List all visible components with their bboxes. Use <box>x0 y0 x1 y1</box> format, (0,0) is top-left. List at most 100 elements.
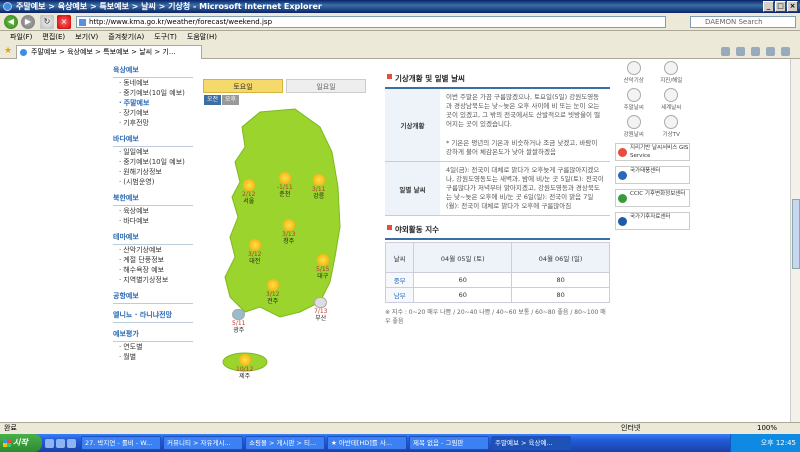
tab-pm[interactable]: 오후 <box>222 95 239 105</box>
typhoon-banner[interactable]: 국가태풍센터 <box>615 166 690 184</box>
nav-item[interactable]: 바다예보 <box>113 216 193 226</box>
home-icon[interactable] <box>721 47 730 56</box>
city-chuncheon[interactable]: -1/11 춘천 <box>277 172 293 198</box>
page-menu-icon[interactable] <box>766 47 775 56</box>
menu-edit[interactable]: 편집(E) <box>42 31 65 44</box>
nav-section-north[interactable]: 북한예보 <box>113 191 193 206</box>
daily-text: 4일(금): 전국이 대체로 맑다가 오후늦게 구름많아지겠으나, 강원도영동도… <box>440 161 610 216</box>
activity-value: 60 <box>413 287 513 303</box>
ie-quicklaunch-icon[interactable] <box>45 438 54 448</box>
taskbar-item[interactable]: 27. 박지연 - 롤비 - W... <box>81 436 161 450</box>
feeds-icon[interactable] <box>736 47 745 56</box>
menu-file[interactable]: 파일(F) <box>10 31 32 44</box>
close-button[interactable]: × <box>787 1 798 12</box>
gangwon-weather-link[interactable]: 강원날씨 <box>615 113 653 138</box>
activity-col-sun: 04월 06일 (일) <box>511 242 610 273</box>
zoom-level[interactable]: 100% <box>757 423 777 434</box>
activity-col-region: 날씨 <box>384 242 415 273</box>
browser-tab[interactable]: 주말예보 > 육상예보 > 특보예보 > 날씨 > 기... <box>16 45 202 59</box>
city-gwangju[interactable]: 5/11 광주 <box>232 309 245 334</box>
tab-icon <box>20 49 27 56</box>
nav-section-airport[interactable]: 공항예보 <box>113 289 193 304</box>
desktop-quicklaunch-icon[interactable] <box>56 438 65 448</box>
taskbar-item[interactable]: 제목 없음 - 그림판 <box>409 436 489 450</box>
nav-item[interactable]: 연도별 <box>113 342 193 352</box>
refresh-icon[interactable]: ↻ <box>40 15 54 29</box>
city-busan[interactable]: 7/13 부산 <box>314 297 327 322</box>
menu-view[interactable]: 보기(V) <box>75 31 98 44</box>
nav-item[interactable]: 해수욕장 예보 <box>113 265 193 275</box>
overview-cell: 이번 주말은 가끔 구름많겠으나, 토요일(5일) 강원도영동과 경상남북도는 … <box>440 89 610 162</box>
nav-item[interactable]: 월별 <box>113 352 193 362</box>
tab-am[interactable]: 오전 <box>204 95 221 105</box>
taskbar-item[interactable]: 커뮤니티 > 자유게시... <box>163 436 243 450</box>
weather-tv-link[interactable]: 기상TV <box>653 113 691 138</box>
minimize-button[interactable]: _ <box>763 1 774 12</box>
world-weather-link[interactable]: 세계날씨 <box>653 86 691 111</box>
window-title: 주말예보 > 육상예보 > 특보예보 > 날씨 > 기상청 - Microsof… <box>16 2 322 11</box>
ccic-banner[interactable]: CCIC 기후변화정보센터 <box>615 189 690 207</box>
forward-icon[interactable]: ▶ <box>21 15 35 29</box>
taskbar-item-active[interactable]: 주말예보 > 육상예... <box>491 436 571 450</box>
nav-item[interactable]: 기후전망 <box>113 118 193 128</box>
city-jeonju[interactable]: 3/12 전주 <box>266 279 279 305</box>
tools-menu-icon[interactable] <box>781 47 790 56</box>
daily-label: 일별 날씨 <box>385 161 440 216</box>
nav-item[interactable]: 육상예보 <box>113 206 193 216</box>
search-input[interactable]: DAEMON Search <box>690 16 796 28</box>
weekend-weather-link[interactable]: 주말날씨 <box>615 86 653 111</box>
nav-item-active[interactable]: 주말예보 <box>113 98 193 108</box>
back-icon[interactable]: ◀ <box>4 15 18 29</box>
left-navigation: 육상예보 동네예보 중기예보(10일 예보) 주말예보 장기예보 기후전망 바다… <box>113 59 193 422</box>
nav-section-land[interactable]: 육상예보 <box>113 63 193 78</box>
favorites-star-icon[interactable]: ★ <box>4 46 12 56</box>
climate-data-banner[interactable]: 국가기후자료센터 <box>615 212 690 230</box>
city-jeju[interactable]: 10/12 제주 <box>236 354 253 380</box>
maximize-button[interactable]: □ <box>775 1 786 12</box>
scroll-thumb[interactable] <box>792 199 800 269</box>
page-icon <box>79 19 86 26</box>
nav-item[interactable]: 원해기상정보 <box>113 167 193 177</box>
media-quicklaunch-icon[interactable] <box>67 438 76 448</box>
print-icon[interactable] <box>751 47 760 56</box>
sun-cloud-icon <box>282 219 295 231</box>
stop-icon[interactable]: × <box>57 15 71 29</box>
forecast-map: 토요일 일요일 오전 오후 2/12 서울 -1/11 춘천 3/11 강릉 3/13… <box>200 79 366 389</box>
nav-item[interactable]: 일일예보 <box>113 147 193 157</box>
nav-section-sea[interactable]: 바다예보 <box>113 132 193 147</box>
city-cheongju[interactable]: 3/13 청주 <box>282 219 295 245</box>
mountain-weather-link[interactable]: 산악기상 <box>615 59 653 84</box>
nav-item[interactable]: 동네예보 <box>113 78 193 88</box>
nav-item[interactable]: 지역별기상정보 <box>113 275 193 285</box>
nav-section-theme[interactable]: 테마예보 <box>113 230 193 245</box>
gis-banner[interactable]: 지리기반 날씨서비스 GIS Service <box>615 143 690 161</box>
nav-item[interactable]: 장기예보 <box>113 108 193 118</box>
tab-saturday[interactable]: 토요일 <box>203 79 283 93</box>
tv-icon <box>664 115 679 129</box>
mainland-shape <box>224 108 341 318</box>
nav-item[interactable]: 계절 단풍정보 <box>113 255 193 265</box>
nav-section-elnino[interactable]: 엘니뇨 · 라니냐전망 <box>113 308 193 323</box>
menu-help[interactable]: 도움말(H) <box>187 31 217 44</box>
address-input[interactable]: http://www.kma.go.kr/weather/forecast/we… <box>76 16 666 28</box>
right-column: 산악기상 지진/해일 주말날씨 세계날씨 강원날씨 기상TV 지리기반 날씨서비… <box>615 59 690 230</box>
menu-tools[interactable]: 도구(T) <box>154 31 177 44</box>
tab-sunday[interactable]: 일요일 <box>286 79 366 93</box>
nav-section-eval[interactable]: 예보평가 <box>113 327 193 342</box>
nav-item[interactable]: (시범운영) <box>113 177 193 187</box>
taskbar-item[interactable]: ★ 아반테[HD]를 사... <box>327 436 407 450</box>
menu-favorites[interactable]: 즐겨찾기(A) <box>108 31 144 44</box>
nav-item[interactable]: 산악기상예보 <box>113 245 193 255</box>
earthquake-link[interactable]: 지진/해일 <box>653 59 691 84</box>
overview-text-2: * 기온은 평년의 기온과 비슷하거나 조금 낮겠고, 바람이 강하게 불어 체… <box>446 139 598 156</box>
city-daegu[interactable]: 5/15 대구 <box>316 254 329 280</box>
nav-item[interactable]: 중기예보(10일 예보) <box>113 157 193 167</box>
city-gangneung[interactable]: 3/11 강릉 <box>312 174 325 200</box>
sun-icon <box>278 172 291 184</box>
city-seoul[interactable]: 2/12 서울 <box>242 179 255 205</box>
nav-item[interactable]: 중기예보(10일 예보) <box>113 88 193 98</box>
start-button[interactable]: 시작 <box>0 434 42 452</box>
city-daejeon[interactable]: 3/12 대전 <box>248 239 261 265</box>
taskbar-item[interactable]: 쇼핑몰 > 게시판 > 티... <box>245 436 325 450</box>
vertical-scrollbar[interactable] <box>790 59 800 422</box>
